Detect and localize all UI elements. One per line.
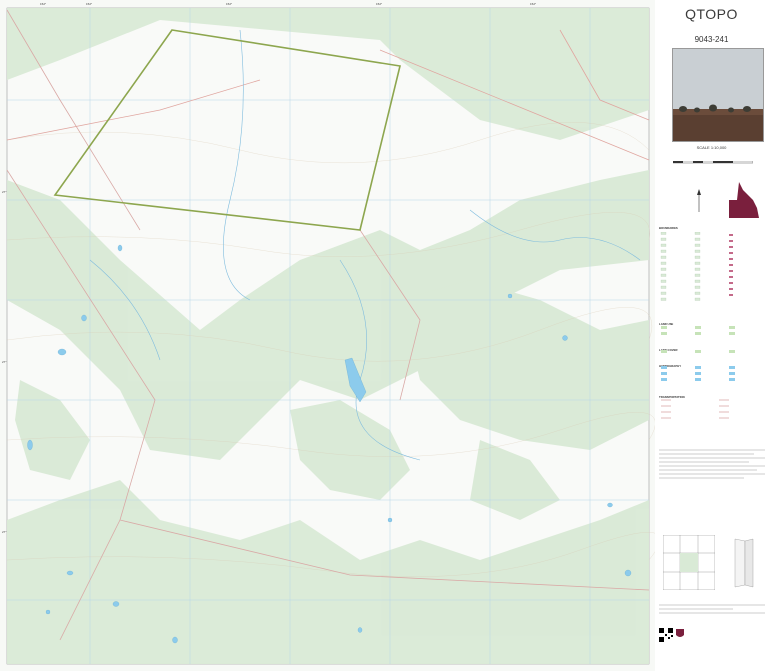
queensland-locality-map-icon bbox=[729, 182, 759, 218]
legend-symbols bbox=[660, 232, 735, 419]
coordinate-label: 152° bbox=[376, 2, 383, 6]
disclaimer-text bbox=[659, 448, 765, 512]
coordinate-label: 27° bbox=[2, 530, 7, 534]
compass-icon bbox=[697, 189, 701, 212]
folding-guide bbox=[734, 538, 754, 588]
queensland-crest-icon bbox=[676, 629, 684, 637]
scale-label: SCALE 1:10,000 bbox=[696, 145, 727, 150]
adjoining-sheets-diagram bbox=[663, 535, 715, 590]
landscape-photo bbox=[672, 48, 764, 142]
coordinate-label: 152° bbox=[40, 2, 47, 6]
coordinate-label: 152° bbox=[86, 2, 93, 6]
legend-heading: BOUNDARIES bbox=[659, 226, 678, 230]
coordinate-label: 152° bbox=[226, 2, 233, 6]
coordinate-label: 27° bbox=[2, 190, 7, 194]
map-info-panel: QTOPO 9043-241 SCALE 1:10,000 BOUNDARIES… bbox=[655, 0, 768, 671]
sheet-number: 9043-241 bbox=[694, 35, 729, 44]
coordinate-label: 27° bbox=[2, 360, 7, 364]
coordinate-label: 152° bbox=[530, 2, 537, 6]
notes-text bbox=[659, 603, 765, 621]
map-canvas bbox=[0, 0, 655, 671]
topographic-map[interactable]: 152° 27° 27° 27° 152° 152° 152° 152° bbox=[0, 0, 656, 671]
scale-bar bbox=[672, 152, 754, 164]
qr-code-icon[interactable] bbox=[659, 628, 673, 642]
map-title: QTOPO bbox=[685, 6, 738, 22]
